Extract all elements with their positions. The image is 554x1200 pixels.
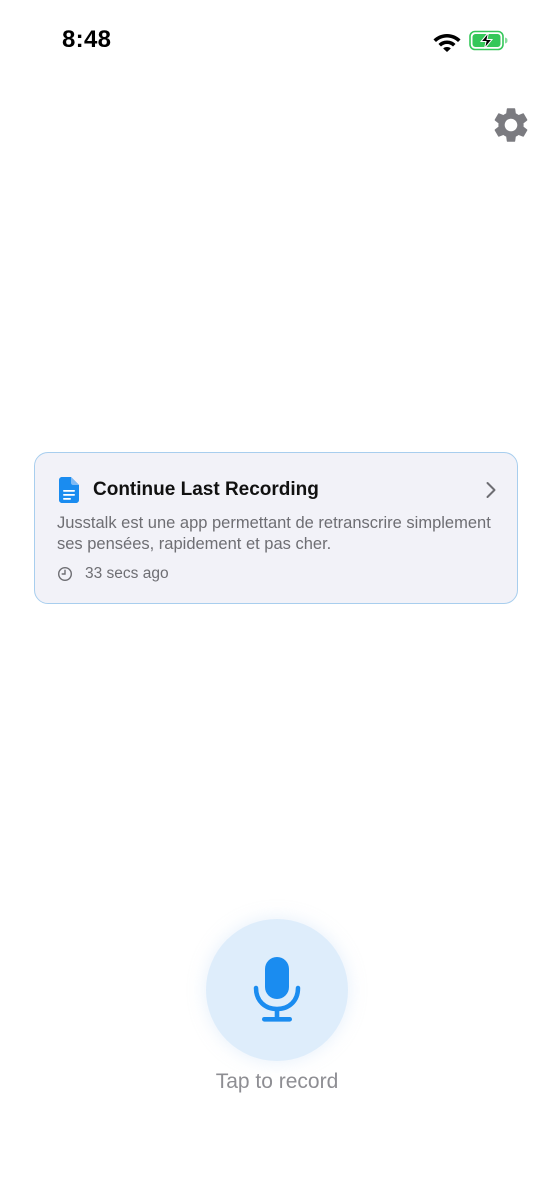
card-title: Continue Last Recording [93, 479, 319, 500]
clock-icon [57, 566, 73, 582]
settings-button[interactable] [490, 104, 532, 146]
status-bar: 8:48 [0, 0, 554, 80]
recording-preview-text: Jusstalk est une app permettant de retra… [57, 514, 491, 553]
recording-time-ago: 33 secs ago [85, 565, 169, 582]
status-time: 8:48 [62, 26, 112, 53]
chevron-right-icon [485, 481, 497, 499]
document-icon [59, 477, 79, 503]
tap-to-record-label: Tap to record [215, 1070, 339, 1093]
gear-icon [494, 108, 528, 142]
record-button[interactable] [206, 919, 348, 1061]
continue-last-recording-card[interactable]: Continue Last Recording Jusstalk est une… [34, 452, 518, 604]
battery-charging-icon [469, 30, 509, 51]
microphone-icon [252, 955, 302, 1025]
wifi-icon [433, 30, 461, 52]
